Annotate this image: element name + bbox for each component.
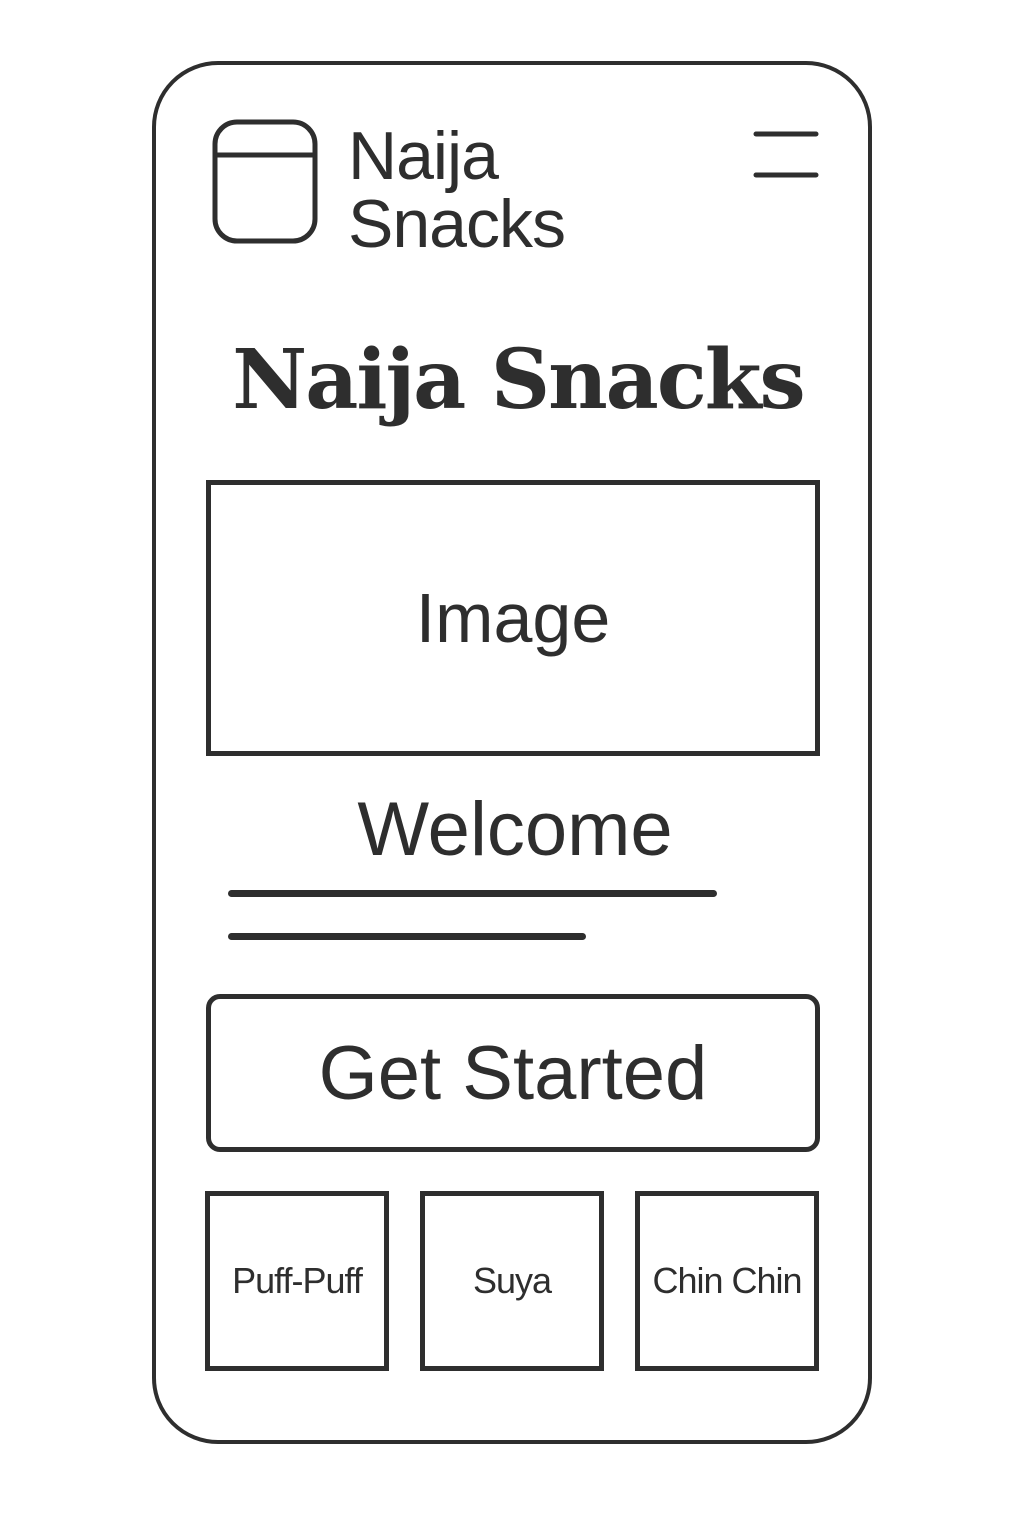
image-placeholder-label: Image	[415, 579, 611, 657]
snack-card-label: Suya	[472, 1260, 552, 1301]
brand-name-line2: Snacks	[348, 186, 566, 262]
hero-image-placeholder: Image	[206, 480, 820, 756]
menu-button[interactable]	[752, 128, 820, 182]
snack-card-chin-chin[interactable]: Chin Chin	[635, 1191, 819, 1371]
get-started-button[interactable]: Get Started	[206, 994, 820, 1152]
snack-card-puff-puff[interactable]: Puff-Puff	[205, 1191, 389, 1371]
welcome-heading: Welcome	[357, 787, 673, 872]
snack-card-label: Chin Chin	[652, 1260, 802, 1301]
app-window-icon	[212, 119, 318, 244]
brand-name-line1: Naija	[348, 118, 499, 194]
snack-card-suya[interactable]: Suya	[420, 1191, 604, 1371]
placeholder-text-line	[228, 933, 586, 940]
hamburger-menu-icon	[753, 131, 819, 178]
brand-name: Naija Snacks	[348, 118, 566, 262]
page-title: Naija Snacks	[232, 332, 805, 428]
snack-card-label: Puff-Puff	[232, 1260, 363, 1301]
placeholder-text-line	[228, 890, 717, 897]
